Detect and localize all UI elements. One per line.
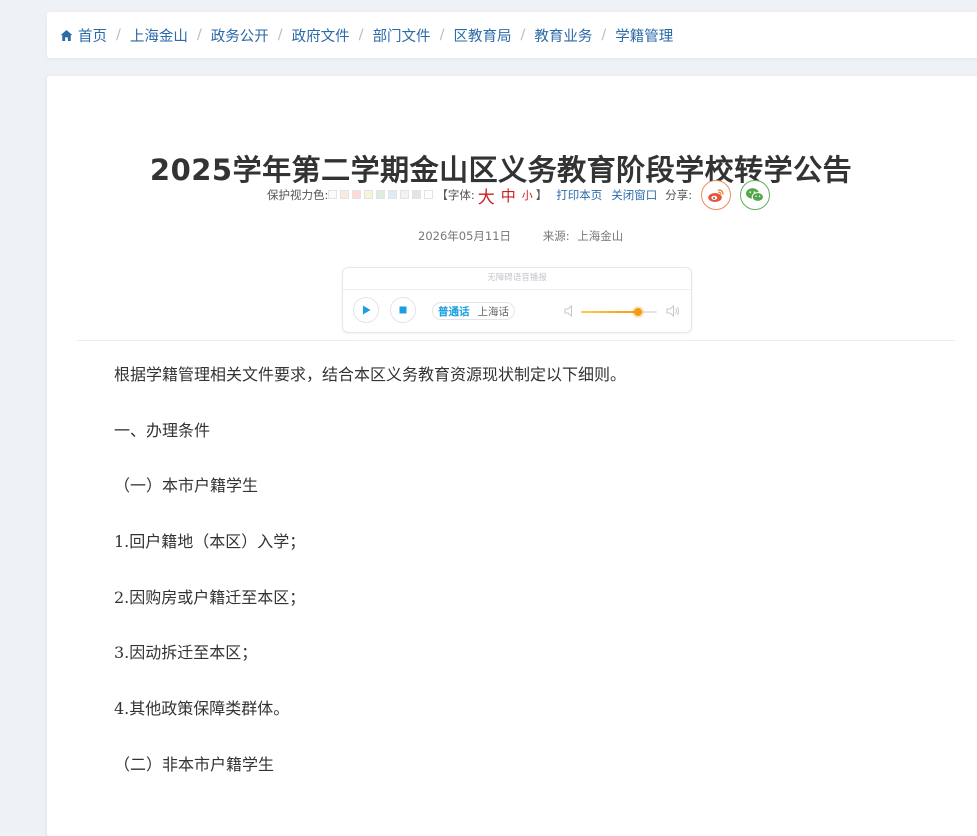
eye-care-swatch[interactable] <box>364 190 374 199</box>
breadcrumb-separator: / <box>358 27 364 43</box>
eye-care-swatch[interactable] <box>328 190 338 199</box>
language-mandarin[interactable]: 普通话 <box>438 304 470 319</box>
breadcrumb-education-bureau[interactable]: 区教育局 <box>453 25 511 46</box>
weibo-icon <box>708 189 724 202</box>
play-button[interactable] <box>353 297 379 323</box>
font-size-small-button[interactable]: 小 <box>522 187 533 203</box>
print-page-link[interactable]: 打印本页 <box>556 187 602 203</box>
breadcrumb-government-affairs[interactable]: 政务公开 <box>211 25 269 46</box>
eye-care-swatch[interactable] <box>400 190 410 199</box>
eye-care-swatch[interactable] <box>352 190 362 199</box>
eye-care-label: 保护视力色: <box>267 188 329 202</box>
font-size-label: 【字体: <box>436 188 475 202</box>
breadcrumb-government-documents[interactable]: 政府文件 <box>292 25 350 46</box>
volume-low-icon[interactable] <box>563 304 577 318</box>
breadcrumb: 首页 / 上海金山 / 政务公开 / 政府文件 / 部门文件 / 区教育局 / … <box>47 12 977 58</box>
eye-care-swatches <box>328 188 436 202</box>
breadcrumb-separator: / <box>116 27 121 43</box>
font-size-medium-button[interactable]: 中 <box>501 185 516 206</box>
breadcrumb-shanghai-jinshan[interactable]: 上海金山 <box>130 25 188 46</box>
breadcrumb-separator: / <box>601 27 607 43</box>
font-size-bracket: 】 <box>535 188 548 202</box>
breadcrumb-home-label: 首页 <box>78 28 107 45</box>
home-icon <box>60 29 73 41</box>
breadcrumb-home[interactable]: 首页 <box>60 25 107 46</box>
article-card: 2025学年第二学期金山区义务教育阶段学校转学公告 保护视力色: 【字体: 大 … <box>47 76 977 836</box>
breadcrumb-separator: / <box>277 27 283 43</box>
eye-care-swatch[interactable] <box>340 190 350 199</box>
eye-care-swatch[interactable] <box>376 190 386 199</box>
article-paragraph: 1.回户籍地（本区）入学； <box>114 532 306 552</box>
volume-level <box>581 311 638 313</box>
publish-date: 2026年05月11日 <box>418 229 512 243</box>
source-label: 来源: <box>542 229 570 243</box>
volume-high-icon[interactable] <box>665 304 681 318</box>
article-paragraph: （二）非本市户籍学生 <box>114 754 275 774</box>
play-icon <box>363 305 371 315</box>
stop-icon <box>399 306 407 314</box>
divider <box>77 340 955 341</box>
close-window-link[interactable]: 关闭窗口 <box>611 187 657 203</box>
article-paragraph: 一、办理条件 <box>114 420 211 440</box>
volume-handle[interactable] <box>634 308 642 316</box>
share-weibo-button[interactable] <box>701 180 732 210</box>
article-toolbar: 保护视力色: 【字体: 大 中 小 】 打印本页 关闭窗口 分享: <box>267 180 771 210</box>
source-value: 上海金山 <box>577 229 624 243</box>
breadcrumb-separator: / <box>439 27 445 43</box>
language-switch: 普通话 上海话 <box>432 302 515 320</box>
share-label: 分享: <box>665 188 693 202</box>
stop-button[interactable] <box>390 297 416 323</box>
article-body: 根据学籍管理相关文件要求，结合本区义务教育资源现状制定以下细则。 一、办理条件 （一… <box>114 364 934 810</box>
article-paragraph: 2.因购房或户籍迁至本区； <box>114 587 306 607</box>
article-meta: 2026年05月11日 来源: 上海金山 <box>418 228 623 244</box>
article-paragraph: 4.其他政策保障类群体。 <box>114 699 290 719</box>
volume-slider[interactable] <box>581 308 657 316</box>
font-size-large-button[interactable]: 大 <box>478 183 495 208</box>
language-shanghainese[interactable]: 上海话 <box>478 304 510 319</box>
breadcrumb-student-status[interactable]: 学籍管理 <box>615 25 673 46</box>
eye-care-swatch[interactable] <box>412 190 422 199</box>
article-paragraph: 根据学籍管理相关文件要求，结合本区义务教育资源现状制定以下细则。 <box>114 365 627 384</box>
wechat-icon <box>746 188 765 202</box>
share-wechat-button[interactable] <box>740 180 771 210</box>
eye-care-swatch[interactable] <box>388 190 398 199</box>
article-paragraph: 3.因动拆迁至本区； <box>114 643 258 663</box>
audio-player-title: 无障碍语音播报 <box>343 268 691 290</box>
breadcrumb-education-business[interactable]: 教育业务 <box>534 25 592 46</box>
eye-care-swatch[interactable] <box>424 190 434 199</box>
breadcrumb-separator: / <box>520 27 526 43</box>
breadcrumb-department-documents[interactable]: 部门文件 <box>373 25 431 46</box>
breadcrumb-separator: / <box>196 27 202 43</box>
audio-player: 无障碍语音播报 普通话 上海话 <box>342 267 692 333</box>
article-paragraph: （一）本市户籍学生 <box>114 476 259 496</box>
